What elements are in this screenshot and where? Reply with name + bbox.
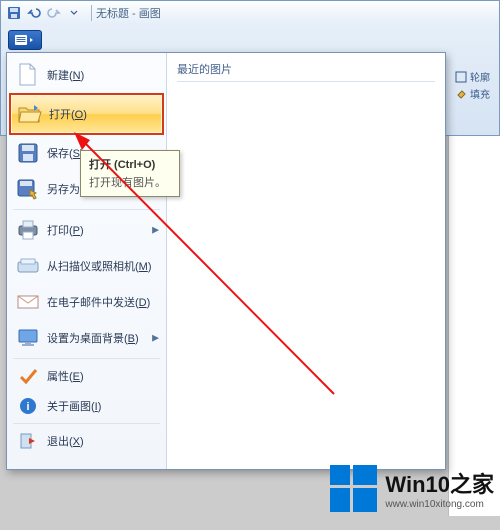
saveas-icon: [15, 176, 41, 202]
menu-item-about[interactable]: i 关于画图(I): [9, 391, 164, 421]
menu-separator: [13, 358, 160, 359]
new-file-icon: [15, 62, 41, 88]
menu-item-exit[interactable]: 退出(X): [9, 426, 164, 456]
menu-item-save-label: 保存(S): [47, 145, 84, 161]
ribbon-right-tools: 轮廓 填充: [453, 68, 499, 116]
window-title: 无标题 - 画图: [96, 5, 161, 21]
menu-item-properties[interactable]: 属性(E): [9, 361, 164, 391]
scanner-icon: [15, 253, 41, 279]
windows-logo-icon: [330, 465, 377, 512]
menu-item-properties-label: 属性(E): [47, 368, 84, 384]
desktop-icon: [15, 325, 41, 351]
menu-item-new-label: 新建(N): [47, 67, 84, 83]
exit-icon: [15, 428, 41, 454]
menu-item-about-label: 关于画图(I): [47, 398, 101, 414]
watermark-brand: Win10之家: [385, 467, 494, 499]
recent-header: 最近的图片: [177, 59, 435, 82]
menu-item-email[interactable]: 在电子邮件中发送(D): [9, 284, 164, 320]
checkmark-icon: [15, 363, 41, 389]
outline-label: 轮廓: [470, 69, 490, 84]
redo-qat-button[interactable]: [45, 4, 63, 22]
save-qat-button[interactable]: [5, 4, 23, 22]
file-tab-button[interactable]: [8, 30, 42, 50]
file-menu: 新建(N) 打开(O) 保存(S) 另存为(A) ▶ 打印(P) ▶ 从扫描仪或…: [6, 52, 446, 470]
watermark-url: www.win10xitong.com: [385, 499, 494, 510]
save-icon: [15, 140, 41, 166]
canvas-area[interactable]: [448, 136, 500, 516]
watermark: Win10之家 www.win10xitong.com: [330, 465, 494, 512]
chevron-right-icon: ▶: [152, 225, 159, 236]
menu-item-print[interactable]: 打印(P) ▶: [9, 212, 164, 248]
menu-item-wallpaper[interactable]: 设置为桌面背景(B) ▶: [9, 320, 164, 356]
menu-separator: [13, 209, 160, 210]
menu-item-scanner[interactable]: 从扫描仪或照相机(M): [9, 248, 164, 284]
email-icon: [15, 289, 41, 315]
quick-access-toolbar: [1, 4, 87, 22]
file-menu-right-pane: 最近的图片: [167, 53, 445, 469]
menu-item-new[interactable]: 新建(N): [9, 57, 164, 93]
title-separator: [91, 5, 92, 21]
menu-separator: [13, 423, 160, 424]
open-folder-icon: [17, 101, 43, 127]
menu-item-open[interactable]: 打开(O): [9, 93, 164, 135]
undo-qat-button[interactable]: [25, 4, 43, 22]
menu-item-exit-label: 退出(X): [47, 433, 84, 449]
svg-text:i: i: [26, 401, 29, 413]
printer-icon: [15, 217, 41, 243]
menu-item-print-label: 打印(P): [47, 222, 84, 238]
info-icon: i: [15, 393, 41, 419]
menu-item-scanner-label: 从扫描仪或照相机(M): [47, 258, 152, 274]
file-tab-icon: [14, 34, 36, 46]
tooltip-body: 打开现有图片。: [89, 174, 171, 190]
title-bar: 无标题 - 画图: [0, 0, 500, 24]
file-menu-left-pane: 新建(N) 打开(O) 保存(S) 另存为(A) ▶ 打印(P) ▶ 从扫描仪或…: [7, 53, 167, 469]
fill-label: 填充: [470, 86, 490, 101]
menu-item-email-label: 在电子邮件中发送(D): [47, 294, 150, 310]
tooltip-title: 打开 (Ctrl+O): [89, 156, 171, 172]
menu-item-wallpaper-label: 设置为桌面背景(B): [47, 330, 139, 346]
fill-tool[interactable]: 填充: [453, 85, 499, 102]
tooltip: 打开 (Ctrl+O) 打开现有图片。: [80, 150, 180, 197]
qat-dropdown-button[interactable]: [65, 4, 83, 22]
outline-tool[interactable]: 轮廓: [453, 68, 499, 85]
menu-item-open-label: 打开(O): [49, 106, 87, 122]
chevron-right-icon: ▶: [152, 333, 159, 344]
